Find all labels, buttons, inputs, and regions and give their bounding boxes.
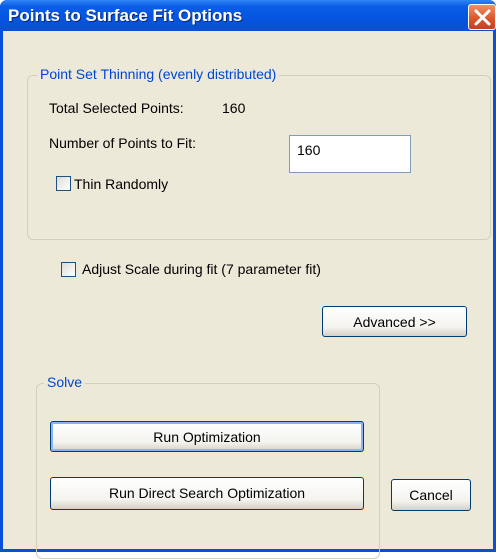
close-icon — [474, 9, 491, 26]
total-selected-value: 160 — [222, 100, 246, 116]
title-bar[interactable]: Points to Surface Fit Options — [0, 0, 496, 31]
cancel-button[interactable]: Cancel — [391, 479, 471, 511]
solve-legend: Solve — [44, 374, 86, 390]
run-direct-search-button[interactable]: Run Direct Search Optimization — [50, 477, 364, 510]
adjust-scale-label[interactable]: Adjust Scale during fit (7 parameter fit… — [82, 261, 321, 277]
run-direct-search-label: Run Direct Search Optimization — [108, 485, 306, 501]
window-title: Points to Surface Fit Options — [8, 6, 243, 25]
solve-groupbox — [36, 383, 380, 559]
adjust-scale-checkbox[interactable] — [61, 262, 76, 277]
dialog-client-area: Point Set Thinning (evenly distributed) … — [3, 31, 493, 559]
close-button[interactable] — [468, 4, 496, 30]
run-optimization-label: Run Optimization — [153, 429, 261, 445]
advanced-button-label: Advanced >> — [353, 314, 436, 330]
cancel-button-label: Cancel — [409, 487, 453, 503]
thinning-legend: Point Set Thinning (evenly distributed) — [37, 66, 280, 82]
run-optimization-button[interactable]: Run Optimization — [50, 421, 364, 452]
dialog-window: Points to Surface Fit Options Point Set … — [0, 0, 496, 559]
number-of-points-label: Number of Points to Fit: — [49, 135, 197, 151]
thin-randomly-checkbox[interactable] — [56, 176, 71, 191]
thin-randomly-label[interactable]: Thin Randomly — [74, 176, 168, 192]
total-selected-label: Total Selected Points: — [49, 100, 184, 116]
advanced-button[interactable]: Advanced >> — [322, 306, 467, 337]
number-of-points-field[interactable]: 160 — [289, 135, 411, 173]
